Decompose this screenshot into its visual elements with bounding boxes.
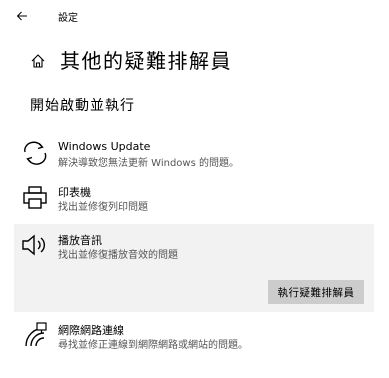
item-description: 尋找並修正連線到網際網路或網站的問題。: [58, 340, 248, 351]
windows-update-icon: [24, 141, 47, 165]
list-item-internet-connections[interactable]: 網際網路連線 尋找並修正連線到網際網路或網站的問題。: [20, 322, 375, 352]
back-arrow-icon: [16, 11, 27, 21]
section-title: 開始啟動並執行: [30, 98, 135, 114]
settings-page: 設定 其他的疑難排解員 開始啟動並執行 Windows Update 解決導致您…: [0, 0, 389, 378]
item-name: Windows Update: [58, 140, 151, 153]
list-item-playing-audio[interactable]: 播放音訊 找出並修復播放音效的問題 執行疑難排解員: [14, 224, 374, 312]
home-icon: [31, 54, 45, 68]
page-title: 其他的疑難排解員: [60, 49, 232, 73]
list-item-printer[interactable]: 印表機 找出並修復列印問題: [20, 184, 375, 214]
run-troubleshooter-button[interactable]: 執行疑難排解員: [268, 280, 364, 304]
window-title: 設定: [58, 13, 78, 24]
page-heading: 其他的疑難排解員: [30, 45, 370, 75]
item-description: 找出並修復播放音效的問題: [58, 250, 178, 261]
item-description: 解決導致您無法更新 Windows 的問題。: [58, 158, 239, 169]
list-item-windows-update[interactable]: Windows Update 解決導致您無法更新 Windows 的問題。: [20, 140, 375, 170]
internet-connection-icon: [25, 322, 47, 347]
speaker-icon: [22, 234, 45, 256]
item-description: 找出並修復列印問題: [58, 202, 148, 213]
printer-icon: [23, 186, 47, 209]
title-bar: 設定: [0, 0, 389, 32]
back-button[interactable]: [12, 7, 32, 25]
